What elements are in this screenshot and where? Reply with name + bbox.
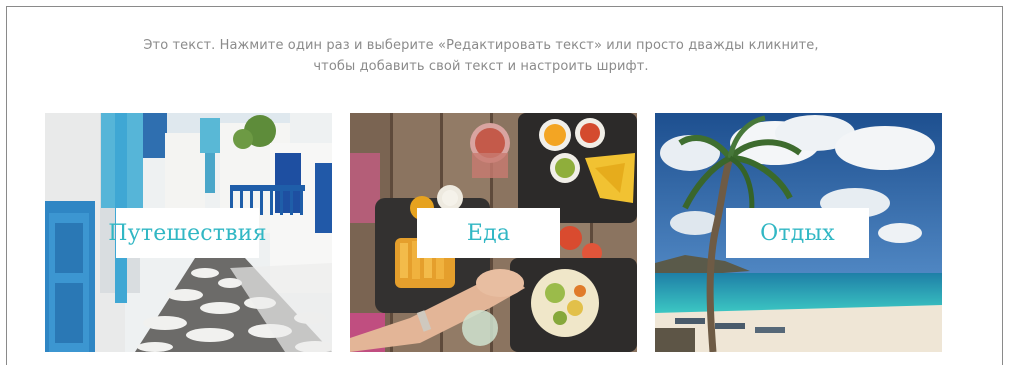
intro-text-line-1: Это текст. Нажмите один раз и выберите «… — [143, 38, 819, 53]
card-label-relax: Отдых — [760, 220, 835, 246]
intro-text: Это текст. Нажмите один раз и выберите «… — [100, 35, 862, 77]
card-label-travel: Путешествия — [108, 220, 267, 246]
frame-top-border — [6, 6, 1003, 7]
card-label-box: Отдых — [726, 208, 869, 258]
frame-left-border — [6, 6, 7, 365]
card-travel[interactable]: Путешествия — [45, 113, 332, 352]
card-label-box: Путешествия — [108, 208, 267, 258]
card-food[interactable]: Еда — [350, 113, 637, 352]
card-label-food: Еда — [466, 220, 511, 246]
frame-right-border — [1002, 6, 1003, 365]
card-label-box: Еда — [417, 208, 560, 258]
intro-text-line-2: чтобы добавить свой текст и настроить шр… — [313, 59, 649, 74]
card-relax[interactable]: Отдых — [655, 113, 942, 352]
